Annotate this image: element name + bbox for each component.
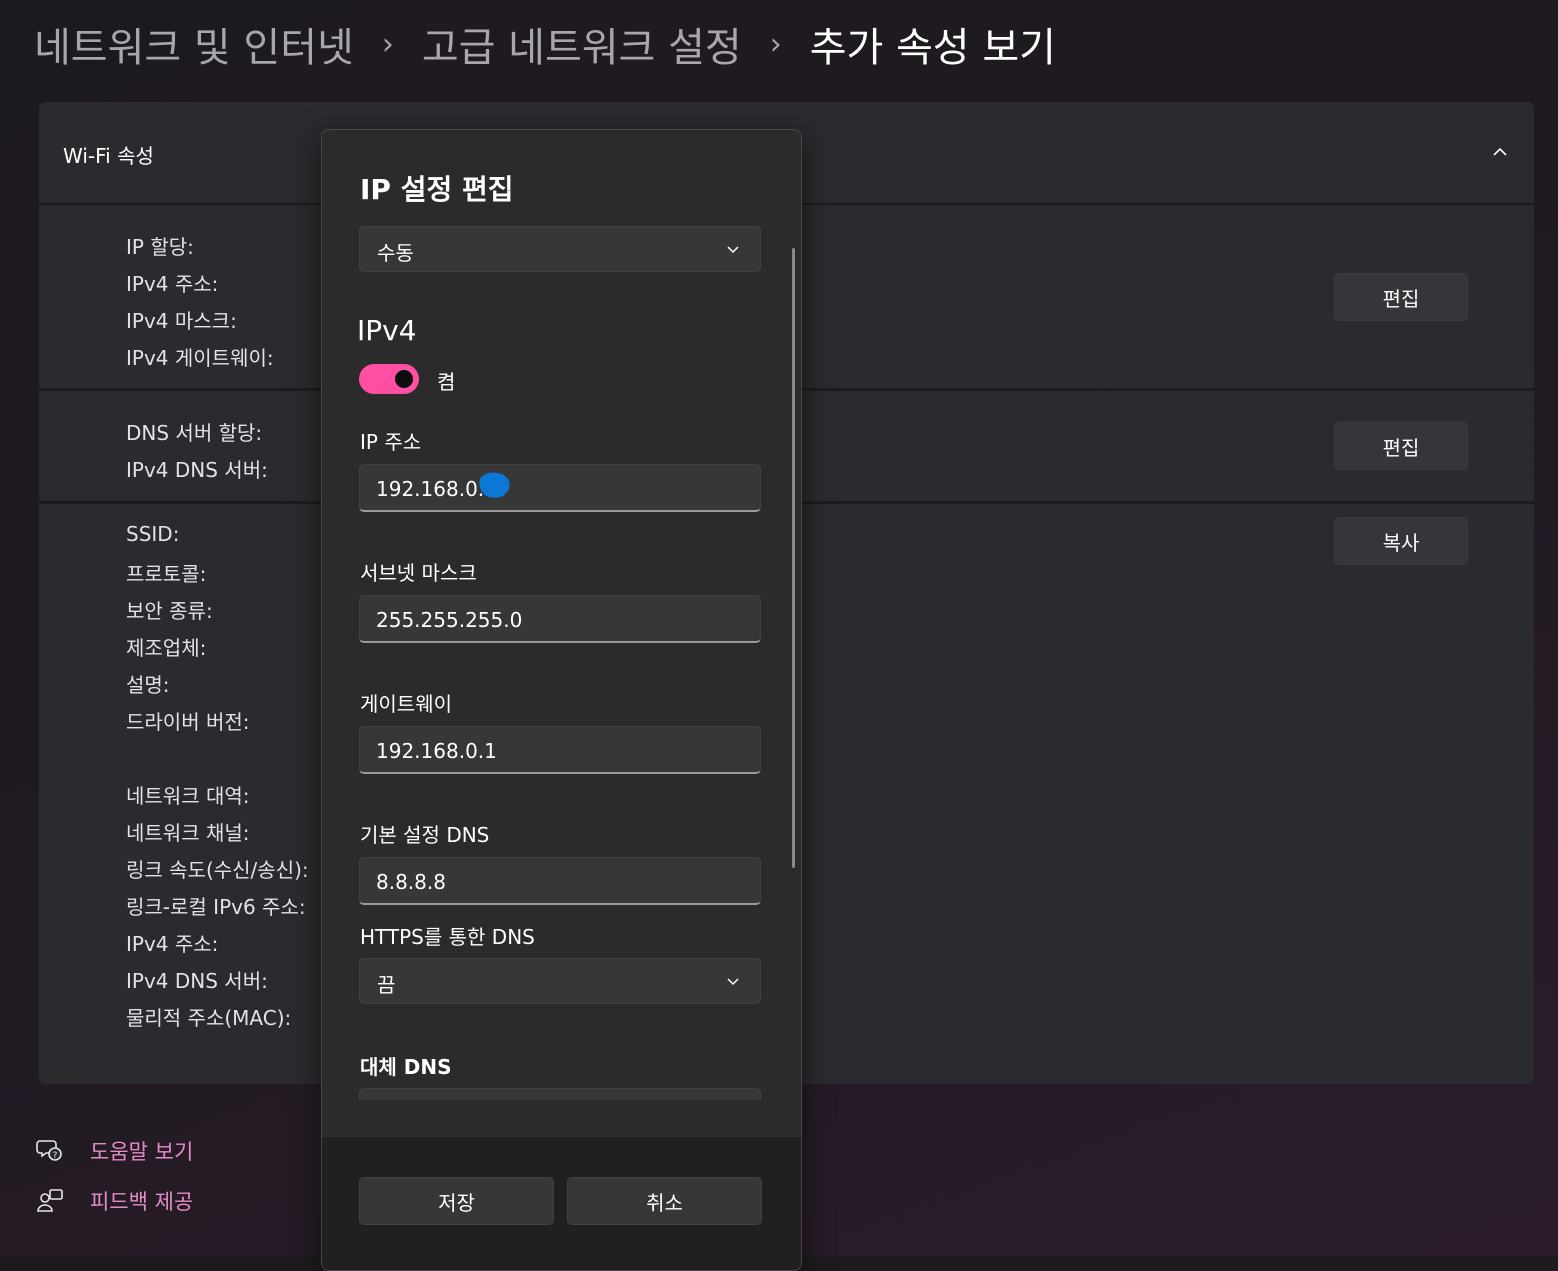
- feedback-link-text[interactable]: 피드백 제공: [90, 1186, 193, 1216]
- redaction-mark: [479, 472, 510, 498]
- ip-mode-dropdown[interactable]: 수동: [359, 226, 761, 272]
- breadcrumb-advanced-network-settings[interactable]: 고급 네트워크 설정: [422, 15, 742, 73]
- gateway-input[interactable]: 192.168.0.1: [359, 726, 761, 774]
- dialog-scroll-area[interactable]: 수동 IPv4 켬 IP 주소 192.168.0.1 서브넷 마스크 255.…: [322, 220, 801, 1100]
- cancel-button[interactable]: 취소: [567, 1177, 762, 1225]
- ipv4-toggle[interactable]: [359, 364, 419, 394]
- ipv4-heading: IPv4: [357, 314, 417, 347]
- ipv4-dns-info-label: IPv4 DNS 서버:: [126, 969, 268, 993]
- ip-assignment-label: IP 할당:: [126, 235, 194, 259]
- svg-text:?: ?: [53, 1151, 58, 1161]
- toggle-knob: [395, 370, 413, 388]
- wifi-properties-title: Wi-Fi 속성: [63, 144, 154, 168]
- mac-address-label: 물리적 주소(MAC):: [126, 1006, 292, 1030]
- description-label: 설명:: [126, 673, 170, 697]
- breadcrumb-separator: ›: [769, 26, 782, 62]
- page-title: 추가 속성 보기: [809, 25, 1056, 71]
- ip-address-input[interactable]: 192.168.0.1: [359, 464, 761, 512]
- gateway-value: 192.168.0.1: [376, 739, 497, 763]
- edit-ip-settings-dialog: IP 설정 편집 수동 IPv4 켬 IP 주소 192.168.0.1 서브넷…: [321, 129, 802, 1271]
- ipv4-toggle-label: 켬: [437, 370, 456, 394]
- edit-ip-button[interactable]: 편집: [1334, 273, 1468, 321]
- link-local-ipv6-label: 링크-로컬 IPv6 주소:: [126, 895, 306, 919]
- dns-over-https-label: HTTPS를 통한 DNS: [360, 925, 535, 949]
- alternate-dns-input[interactable]: [359, 1088, 761, 1100]
- preferred-dns-input[interactable]: 8.8.8.8: [359, 857, 761, 905]
- driver-version-label: 드라이버 버전:: [126, 710, 250, 734]
- preferred-dns-label: 기본 설정 DNS: [360, 823, 490, 847]
- edit-dns-button[interactable]: 편집: [1334, 422, 1468, 470]
- ipv4-address-info-label: IPv4 주소:: [126, 932, 219, 956]
- ip-address-label: IP 주소: [360, 430, 422, 454]
- ssid-label: SSID:: [126, 522, 180, 546]
- breadcrumb-network-internet[interactable]: 네트워크 및 인터넷: [34, 15, 354, 73]
- dialog-title: IP 설정 편집: [360, 173, 514, 206]
- help-link-text[interactable]: 도움말 보기: [90, 1136, 193, 1166]
- save-button[interactable]: 저장: [359, 1177, 554, 1225]
- subnet-mask-input[interactable]: 255.255.255.0: [359, 595, 761, 643]
- subnet-mask-label: 서브넷 마스크: [360, 561, 477, 585]
- breadcrumb-separator: ›: [381, 26, 394, 62]
- dialog-footer: 저장 취소: [322, 1138, 801, 1270]
- subnet-mask-value: 255.255.255.0: [376, 608, 523, 632]
- ip-mode-value: 수동: [377, 241, 414, 265]
- help-chat-icon: ?: [36, 1140, 62, 1161]
- ipv4-dns-server-label: IPv4 DNS 서버:: [126, 458, 268, 482]
- ipv4-mask-label: IPv4 마스크:: [126, 309, 237, 333]
- network-band-label: 네트워크 대역:: [126, 784, 250, 808]
- dns-assignment-label: DNS 서버 할당:: [126, 421, 263, 445]
- feedback-icon: [37, 1189, 63, 1212]
- chevron-down-icon: [727, 246, 739, 254]
- dns-over-https-value: 끔: [377, 973, 396, 997]
- help-link[interactable]: ? 도움말 보기: [36, 1136, 193, 1166]
- chevron-up-icon[interactable]: [1492, 144, 1508, 160]
- feedback-link[interactable]: 피드백 제공: [36, 1186, 193, 1216]
- network-channel-label: 네트워크 채널:: [126, 821, 250, 845]
- chevron-down-icon: [727, 978, 739, 986]
- protocol-label: 프로토콜:: [126, 562, 207, 586]
- security-type-label: 보안 종류:: [126, 599, 213, 623]
- copy-button[interactable]: 복사: [1334, 517, 1468, 565]
- ipv4-address-label: IPv4 주소:: [126, 272, 219, 296]
- breadcrumb: 네트워크 및 인터넷 › 고급 네트워크 설정 › 추가 속성 보기: [34, 14, 1056, 74]
- ipv4-gateway-label: IPv4 게이트웨이:: [126, 346, 274, 370]
- gateway-label: 게이트웨이: [360, 692, 452, 716]
- link-speed-label: 링크 속도(수신/송신):: [126, 858, 309, 882]
- dns-over-https-dropdown[interactable]: 끔: [359, 958, 761, 1004]
- preferred-dns-value: 8.8.8.8: [376, 870, 446, 894]
- manufacturer-label: 제조업체:: [126, 636, 207, 660]
- dialog-scrollbar[interactable]: [792, 248, 795, 868]
- alternate-dns-label: 대체 DNS: [360, 1055, 452, 1079]
